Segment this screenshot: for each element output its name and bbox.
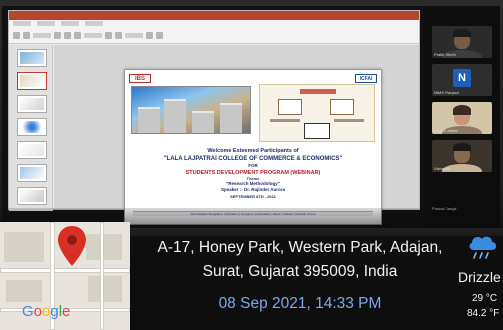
ribbon-tab[interactable] <box>37 21 55 26</box>
presentation-window: IBS ICFAI Welcome Esteemed Participants … <box>8 10 420 225</box>
slide-college-name: "LALA LAJPATRAI COLLEGE OF COMMERCE & EC… <box>163 156 343 162</box>
slide-date: SEPTEMBER 8TH , 2021 <box>230 194 276 199</box>
italic-icon[interactable] <box>64 32 71 39</box>
paste-icon[interactable] <box>13 32 20 39</box>
ibs-logo: IBS <box>129 74 151 83</box>
participant-initial-avatar: N <box>453 69 471 87</box>
address-line-1: A-17, Honey Park, Western Park, Adajan, <box>157 239 443 256</box>
program-info-panel <box>259 84 375 142</box>
arrange-icon[interactable] <box>115 32 122 39</box>
location-pin-icon <box>58 226 86 266</box>
ribbon-tabs <box>13 21 103 27</box>
slide-thumbnail[interactable] <box>17 141 47 159</box>
find-icon[interactable] <box>146 32 153 39</box>
ribbon-tab[interactable] <box>61 21 79 26</box>
shapes-icon[interactable] <box>105 32 112 39</box>
participant-tile[interactable]: Deepti Jathar <box>432 102 492 134</box>
program-badge <box>304 123 330 139</box>
replace-icon[interactable] <box>156 32 163 39</box>
slide-thumbnail[interactable] <box>17 187 47 205</box>
slide-speaker: Speaker :- Dr. Rajinder Aurora <box>220 187 286 192</box>
slide-for-text: FOR <box>248 163 258 168</box>
address-line-2: Surat, Gujarat 395009, India <box>202 263 398 280</box>
current-slide[interactable]: IBS ICFAI Welcome Esteemed Participants … <box>124 69 382 225</box>
participant-name: Deepti Jathar <box>434 128 458 133</box>
slide-thumbnail[interactable] <box>17 164 47 182</box>
campus-photo-collage <box>131 86 251 134</box>
bold-icon[interactable] <box>54 32 61 39</box>
weather-condition: Drizzle <box>458 269 501 285</box>
icfai-logo: ICFAI <box>355 74 377 83</box>
quick-styles[interactable] <box>125 33 143 38</box>
temperature-fahrenheit: 84.2 °F <box>467 308 500 319</box>
ribbon-toolbar <box>13 29 415 42</box>
participants-panel: Pratik Sheth N NIMS Ranjani Deepti Jatha… <box>424 6 500 228</box>
participant-tile[interactable]: N NIMS Ranjani <box>432 64 492 96</box>
ribbon-tab[interactable] <box>13 21 31 26</box>
paragraph-tools[interactable] <box>84 33 102 38</box>
drizzle-cloud-icon <box>469 236 497 259</box>
temperature-celsius: 29 °C <box>472 293 498 304</box>
underline-icon[interactable] <box>74 32 81 39</box>
capture-datetime: 08 Sep 2021, 14:33 PM <box>218 295 382 312</box>
participant-name: Vishakha ... <box>434 166 455 171</box>
slide-welcome-text: Welcome Esteemed Participants of <box>207 148 299 154</box>
slide-thumbnail[interactable] <box>17 95 47 113</box>
slide-thumbnail[interactable] <box>17 49 47 67</box>
ribbon-tab[interactable] <box>85 21 103 26</box>
slide-thumbnail-selected[interactable] <box>17 72 47 90</box>
window-title-bar <box>9 11 419 20</box>
slide-thumbnail-pane <box>9 45 53 211</box>
new-slide-icon[interactable] <box>23 32 30 39</box>
slide-thumbnail[interactable] <box>17 118 47 136</box>
participant-name: Pratik Sheth <box>434 52 456 57</box>
participant-name: NIMS Ranjani <box>434 90 459 95</box>
participant-tile[interactable]: Pratik Sheth <box>432 26 492 58</box>
font-selector[interactable] <box>33 33 51 38</box>
ribbon <box>9 20 419 44</box>
google-logo: Google <box>22 303 71 320</box>
slide-canvas: IBS ICFAI Welcome Esteemed Participants … <box>54 45 419 225</box>
monitor-screen: IBS ICFAI Welcome Esteemed Participants … <box>2 6 500 228</box>
participant-tile[interactable]: Vishakha ... <box>432 140 492 172</box>
